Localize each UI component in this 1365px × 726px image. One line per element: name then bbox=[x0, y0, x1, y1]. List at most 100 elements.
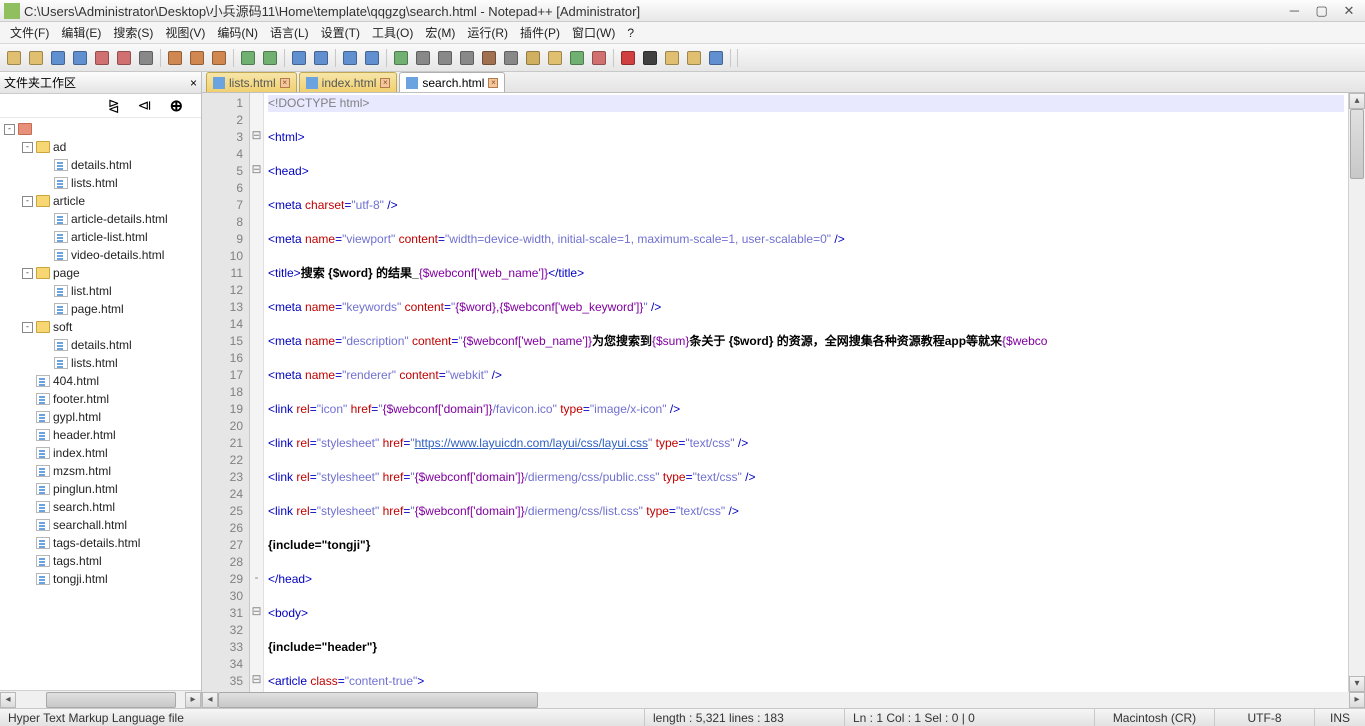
tree-node[interactable]: 404.html bbox=[0, 372, 201, 390]
save-icon[interactable] bbox=[48, 48, 68, 68]
scroll-right-icon[interactable]: ▸ bbox=[185, 692, 201, 708]
copy-icon[interactable] bbox=[187, 48, 207, 68]
tree-node[interactable]: article-details.html bbox=[0, 210, 201, 228]
tree-node[interactable]: search.html bbox=[0, 498, 201, 516]
wrap-icon[interactable] bbox=[413, 48, 433, 68]
fold-gutter[interactable]: ⊟⊟-⊟⊟ bbox=[250, 93, 264, 692]
editor-hscroll[interactable]: ◂ ▸ bbox=[202, 690, 1365, 708]
menu-item[interactable]: 视图(V) bbox=[159, 24, 211, 41]
hscroll-thumb[interactable] bbox=[218, 692, 538, 708]
menu-item[interactable]: 设置(T) bbox=[315, 24, 366, 41]
replace-icon[interactable] bbox=[311, 48, 331, 68]
tree-node[interactable]: tags.html bbox=[0, 552, 201, 570]
menu-item[interactable]: 搜索(S) bbox=[107, 24, 159, 41]
maximize-button[interactable]: ▢ bbox=[1310, 3, 1334, 19]
menu-item[interactable]: 窗口(W) bbox=[566, 24, 621, 41]
tab-close-icon[interactable]: × bbox=[488, 78, 498, 88]
tree-node[interactable]: tags-details.html bbox=[0, 534, 201, 552]
rec-icon[interactable] bbox=[618, 48, 638, 68]
close-all-icon[interactable] bbox=[114, 48, 134, 68]
sidebar-title: 文件夹工作区 bbox=[4, 74, 190, 91]
scroll-up-icon[interactable]: ▴ bbox=[1349, 93, 1365, 109]
tree-node[interactable]: tongji.html bbox=[0, 570, 201, 588]
monitor-icon[interactable] bbox=[435, 48, 455, 68]
menu-item[interactable]: 插件(P) bbox=[514, 24, 566, 41]
tab-close-icon[interactable]: × bbox=[380, 78, 390, 88]
tree-node[interactable]: details.html bbox=[0, 336, 201, 354]
tree-node[interactable]: pinglun.html bbox=[0, 480, 201, 498]
hscroll-thumb[interactable] bbox=[46, 692, 176, 708]
tab-close-icon[interactable]: × bbox=[280, 78, 290, 88]
print-icon[interactable] bbox=[136, 48, 156, 68]
save-all-icon[interactable] bbox=[70, 48, 90, 68]
menu-item[interactable]: 语言(L) bbox=[264, 24, 315, 41]
menu-item[interactable]: 工具(O) bbox=[366, 24, 419, 41]
tree-node[interactable]: -page bbox=[0, 264, 201, 282]
tree-node[interactable]: header.html bbox=[0, 426, 201, 444]
tree-node[interactable]: - bbox=[0, 120, 201, 138]
guide-icon[interactable] bbox=[479, 48, 499, 68]
cut-icon[interactable] bbox=[165, 48, 185, 68]
tree-node[interactable]: searchall.html bbox=[0, 516, 201, 534]
play-icon[interactable] bbox=[662, 48, 682, 68]
tree-node[interactable]: article-list.html bbox=[0, 228, 201, 246]
minimize-button[interactable]: ─ bbox=[1282, 3, 1306, 18]
editor-tab[interactable]: lists.html× bbox=[206, 72, 297, 92]
menu-item[interactable]: 运行(R) bbox=[461, 24, 514, 41]
play-m-icon[interactable] bbox=[684, 48, 704, 68]
hide-icon[interactable] bbox=[589, 48, 609, 68]
file-tree[interactable]: --addetails.htmllists.html-articlearticl… bbox=[0, 118, 201, 690]
close-button[interactable]: ✕ bbox=[1337, 3, 1361, 19]
menu-item[interactable]: 宏(M) bbox=[419, 24, 461, 41]
undo-icon[interactable] bbox=[238, 48, 258, 68]
close-icon[interactable] bbox=[92, 48, 112, 68]
paste-icon[interactable] bbox=[209, 48, 229, 68]
tree-node[interactable]: mzsm.html bbox=[0, 462, 201, 480]
stop-icon[interactable] bbox=[640, 48, 660, 68]
sidebar-close-icon[interactable]: × bbox=[190, 76, 197, 90]
tree-node[interactable]: gypl.html bbox=[0, 408, 201, 426]
save-m-icon[interactable] bbox=[706, 48, 726, 68]
tree-node[interactable]: list.html bbox=[0, 282, 201, 300]
tree-node[interactable]: video-details.html bbox=[0, 246, 201, 264]
zoom-out-icon[interactable] bbox=[362, 48, 382, 68]
func-icon[interactable] bbox=[523, 48, 543, 68]
tree-node[interactable]: -article bbox=[0, 192, 201, 210]
expand-icon[interactable]: ⧏ bbox=[138, 97, 152, 114]
tree-node[interactable]: details.html bbox=[0, 156, 201, 174]
target-icon[interactable]: ⊕ bbox=[170, 96, 183, 116]
menu-item[interactable]: ? bbox=[621, 26, 640, 40]
menu-item[interactable]: 编辑(E) bbox=[55, 24, 107, 41]
scroll-left-icon[interactable]: ◂ bbox=[202, 692, 218, 708]
comment-icon[interactable] bbox=[567, 48, 587, 68]
editor-tab[interactable]: index.html× bbox=[299, 72, 398, 92]
vertical-scrollbar[interactable]: ▴ ▾ bbox=[1348, 93, 1365, 692]
tree-node[interactable]: index.html bbox=[0, 444, 201, 462]
redo-icon[interactable] bbox=[260, 48, 280, 68]
tree-node[interactable]: footer.html bbox=[0, 390, 201, 408]
sidebar-hscroll[interactable]: ◂ ▸ bbox=[0, 690, 202, 708]
scroll-down-icon[interactable]: ▾ bbox=[1349, 676, 1365, 692]
collapse-icon[interactable]: ⧎ bbox=[108, 97, 120, 114]
indent-icon[interactable] bbox=[501, 48, 521, 68]
menu-item[interactable]: 文件(F) bbox=[4, 24, 55, 41]
zoom-in-icon[interactable] bbox=[340, 48, 360, 68]
tree-node[interactable]: lists.html bbox=[0, 354, 201, 372]
sync-icon[interactable] bbox=[391, 48, 411, 68]
scroll-left-icon[interactable]: ◂ bbox=[0, 692, 16, 708]
folder-icon[interactable] bbox=[545, 48, 565, 68]
window-titlebar: C:\Users\Administrator\Desktop\小兵源码11\Ho… bbox=[0, 0, 1365, 22]
tree-node[interactable]: -ad bbox=[0, 138, 201, 156]
tree-node[interactable]: lists.html bbox=[0, 174, 201, 192]
menu-item[interactable]: 编码(N) bbox=[211, 24, 264, 41]
find-icon[interactable] bbox=[289, 48, 309, 68]
editor-tab[interactable]: search.html× bbox=[399, 72, 505, 92]
lang-icon[interactable] bbox=[457, 48, 477, 68]
open-icon[interactable] bbox=[26, 48, 46, 68]
new-icon[interactable] bbox=[4, 48, 24, 68]
code-editor[interactable]: <!DOCTYPE html> <html> <head> <meta char… bbox=[264, 93, 1348, 692]
vscroll-thumb[interactable] bbox=[1350, 109, 1364, 179]
tree-node[interactable]: -soft bbox=[0, 318, 201, 336]
tree-node[interactable]: page.html bbox=[0, 300, 201, 318]
scroll-right-icon[interactable]: ▸ bbox=[1349, 692, 1365, 708]
